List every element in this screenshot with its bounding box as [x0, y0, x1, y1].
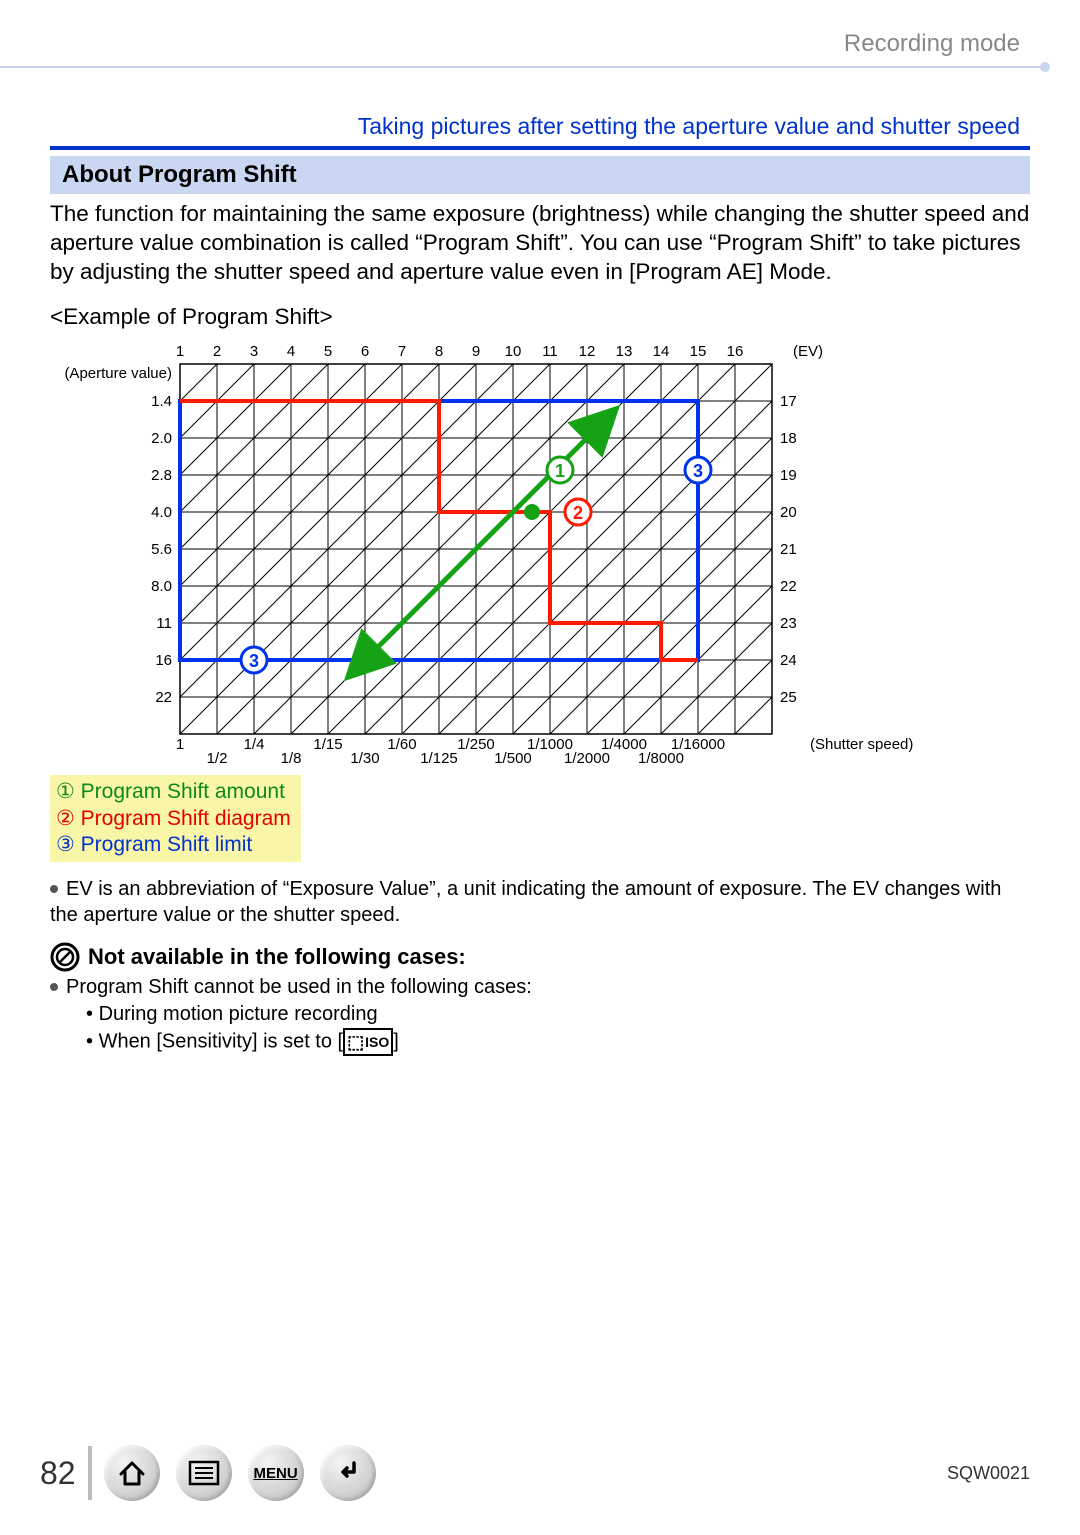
- svg-text:24: 24: [780, 652, 797, 669]
- svg-text:1/8: 1/8: [281, 750, 302, 764]
- svg-text:3: 3: [250, 343, 258, 360]
- bullet-icon: [50, 983, 58, 991]
- svg-text:12: 12: [579, 343, 596, 360]
- chart-legend: ① Program Shift amount ② Program Shift d…: [50, 775, 301, 862]
- legend-item-2: ② Program Shift diagram: [56, 806, 291, 832]
- section-heading: About Program Shift: [50, 156, 1030, 194]
- svg-text:1/4: 1/4: [244, 736, 265, 753]
- bullet-icon: [50, 885, 58, 893]
- svg-text:6: 6: [361, 343, 369, 360]
- svg-text:1/500: 1/500: [494, 750, 532, 764]
- svg-text:1/30: 1/30: [350, 750, 379, 764]
- svg-text:5.6: 5.6: [151, 541, 172, 558]
- svg-text:1/15: 1/15: [313, 736, 342, 753]
- program-shift-chart: 1 2 3 3 12345678910111213141516 (EV) (Ap…: [50, 334, 1030, 769]
- not-available-list: Program Shift cannot be used in the foll…: [50, 974, 1030, 1056]
- auto-iso-icon: ⬚ISO: [343, 1028, 393, 1056]
- header-rule: [0, 66, 1046, 68]
- ev-note: EV is an abbreviation of “Exposure Value…: [50, 876, 1030, 928]
- legend-item-3: ③ Program Shift limit: [56, 832, 291, 858]
- svg-text:1/125: 1/125: [420, 750, 458, 764]
- svg-text:2.8: 2.8: [151, 467, 172, 484]
- svg-text:5: 5: [324, 343, 332, 360]
- svg-text:20: 20: [780, 504, 797, 521]
- svg-text:14: 14: [653, 343, 670, 360]
- example-label: <Example of Program Shift>: [50, 304, 1030, 330]
- svg-text:22: 22: [780, 578, 797, 595]
- svg-text:1/2000: 1/2000: [564, 750, 610, 764]
- svg-text:7: 7: [398, 343, 406, 360]
- na-item-2-post: ]: [393, 1031, 399, 1053]
- not-available-heading-text: Not available in the following cases:: [88, 944, 466, 970]
- legend-item-1: ① Program Shift amount: [56, 779, 291, 805]
- svg-text:1: 1: [176, 736, 184, 753]
- svg-text:11: 11: [156, 615, 172, 632]
- home-icon: [117, 1458, 147, 1488]
- not-available-heading: Not available in the following cases:: [50, 942, 1030, 972]
- page-number: 82: [40, 1455, 76, 1492]
- svg-text:17: 17: [780, 393, 797, 410]
- svg-text:23: 23: [780, 615, 797, 632]
- svg-text:1.4: 1.4: [151, 393, 172, 410]
- na-item-2-pre: When [Sensitivity] is set to [: [99, 1031, 344, 1053]
- na-item-1: During motion picture recording: [99, 1003, 378, 1025]
- svg-text:21: 21: [780, 541, 797, 558]
- svg-text:11: 11: [542, 343, 558, 360]
- menu-button-label: MENU: [254, 1465, 298, 1482]
- back-button[interactable]: [320, 1445, 376, 1501]
- page-footer: 82 MENU SQW0021: [40, 1445, 1030, 1501]
- svg-text:13: 13: [616, 343, 633, 360]
- title-rule: [50, 146, 1030, 150]
- svg-text:1: 1: [176, 343, 184, 360]
- svg-text:1: 1: [555, 461, 565, 481]
- mode-label: Recording mode: [50, 30, 1030, 58]
- svg-text:4: 4: [287, 343, 295, 360]
- body-text: The function for maintaining the same ex…: [50, 200, 1030, 286]
- footer-divider: [88, 1446, 92, 1500]
- svg-text:4.0: 4.0: [151, 504, 172, 521]
- svg-text:15: 15: [690, 343, 707, 360]
- na-intro-text: Program Shift cannot be used in the foll…: [66, 976, 532, 998]
- svg-text:(Aperture value): (Aperture value): [64, 365, 172, 382]
- svg-text:1/60: 1/60: [387, 736, 416, 753]
- svg-text:16: 16: [727, 343, 744, 360]
- svg-text:(Shutter speed): (Shutter speed): [810, 736, 913, 753]
- back-icon: [333, 1458, 363, 1488]
- svg-text:3: 3: [693, 461, 703, 481]
- svg-text:1/2: 1/2: [207, 750, 228, 764]
- page-title: Taking pictures after setting the apertu…: [50, 113, 1030, 140]
- svg-text:2.0: 2.0: [151, 430, 172, 447]
- list-icon: [188, 1460, 220, 1486]
- svg-text:9: 9: [472, 343, 480, 360]
- svg-text:16: 16: [155, 652, 172, 669]
- list-button[interactable]: [176, 1445, 232, 1501]
- svg-text:2: 2: [213, 343, 221, 360]
- menu-button[interactable]: MENU: [248, 1445, 304, 1501]
- svg-text:8: 8: [435, 343, 443, 360]
- svg-text:8.0: 8.0: [151, 578, 172, 595]
- document-code: SQW0021: [947, 1463, 1030, 1484]
- prohibit-icon: [50, 942, 80, 972]
- svg-text:1/250: 1/250: [457, 736, 495, 753]
- svg-text:25: 25: [780, 689, 797, 706]
- svg-text:2: 2: [573, 503, 583, 523]
- ev-note-text: EV is an abbreviation of “Exposure Value…: [50, 878, 1001, 926]
- svg-text:1/8000: 1/8000: [638, 750, 684, 764]
- svg-text:10: 10: [505, 343, 522, 360]
- svg-text:(EV): (EV): [793, 343, 823, 360]
- svg-text:3: 3: [249, 651, 259, 671]
- svg-text:18: 18: [780, 430, 797, 447]
- home-button[interactable]: [104, 1445, 160, 1501]
- svg-text:22: 22: [155, 689, 172, 706]
- svg-text:19: 19: [780, 467, 797, 484]
